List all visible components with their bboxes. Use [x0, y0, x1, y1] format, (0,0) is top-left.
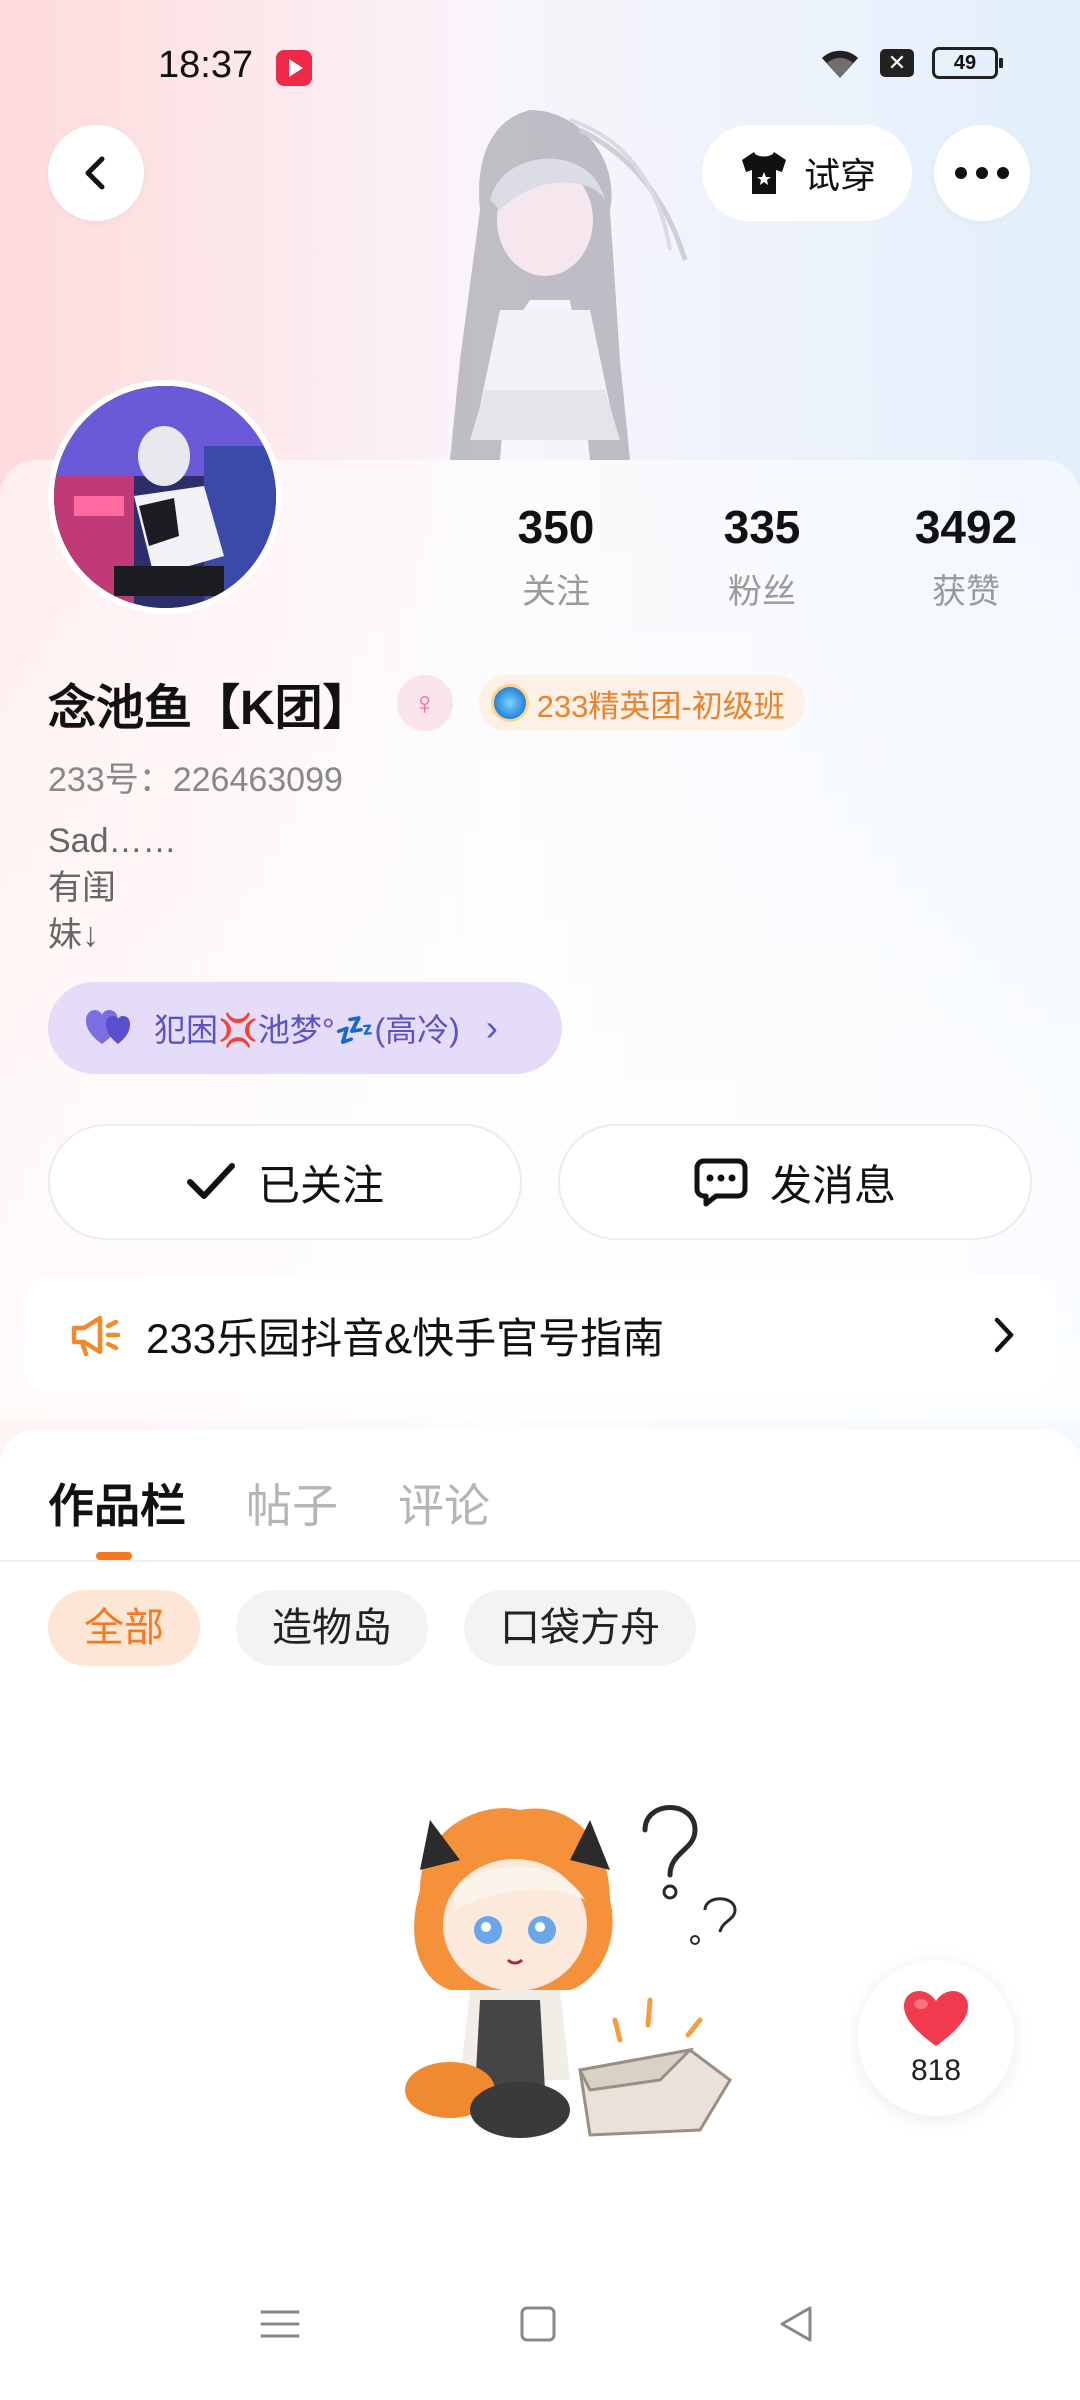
bio-line: 妹↓ — [48, 916, 99, 954]
stat-label: 关注 — [522, 573, 590, 611]
more-button[interactable] — [934, 125, 1030, 221]
like-count: 818 — [910, 2054, 962, 2087]
menu-icon[interactable] — [260, 2304, 300, 2344]
fan-group-label: 犯困💢池梦°💤(高冷) — [154, 1012, 460, 1048]
user-name: 念池鱼【K团】 — [48, 682, 371, 735]
tab-bar: 作品栏 帖子 评论 — [48, 1470, 490, 1536]
send-message-label: 发消息 — [769, 1161, 896, 1209]
filter-chips: 全部 造物岛 口袋方舟 — [48, 1590, 696, 1666]
x-box-icon: ✕ — [880, 49, 914, 77]
back-button[interactable] — [48, 125, 144, 221]
double-heart-icon — [86, 1010, 130, 1044]
send-message-button[interactable]: 发消息 — [558, 1124, 1032, 1240]
back-triangle-icon[interactable] — [776, 2304, 816, 2344]
user-id: 233号：226463099 — [48, 761, 343, 799]
divider — [0, 1560, 1080, 1562]
bio-line: Sad…… — [48, 822, 177, 860]
tshirt-icon — [741, 152, 786, 194]
megaphone-icon — [71, 1315, 121, 1357]
system-nav-bar — [0, 2260, 1080, 2400]
chevron-left-icon — [85, 156, 105, 190]
heart-icon — [904, 1991, 968, 2046]
followed-button[interactable]: 已关注 — [48, 1124, 522, 1240]
stat-label: 粉丝 — [728, 573, 796, 611]
bio-line: 有闺 — [48, 869, 116, 907]
stat-value: 3492 — [914, 501, 1018, 553]
avatar[interactable] — [48, 380, 282, 614]
filter-all[interactable]: 全部 — [48, 1590, 200, 1666]
status-time: 18:37 — [158, 44, 254, 86]
stat-value: 335 — [723, 501, 801, 553]
chevron-right-icon — [994, 1317, 1014, 1353]
video-app-icon — [276, 50, 312, 86]
rank-badge[interactable]: 233精英团-初级班 — [478, 675, 805, 731]
chat-bubble-icon — [694, 1158, 748, 1207]
home-icon[interactable] — [518, 2304, 558, 2344]
try-on-label: 试穿 — [803, 155, 876, 196]
rank-medal-icon — [490, 684, 529, 722]
like-floating-button[interactable]: 818 — [858, 1960, 1014, 2116]
empty-state-illustration — [405, 1805, 737, 2138]
stat-followers[interactable]: 335 粉丝 — [672, 500, 852, 613]
rank-badge-label: 233精英团-初级班 — [536, 688, 785, 724]
tab-works[interactable]: 作品栏 — [48, 1470, 186, 1536]
stat-value: 350 — [517, 501, 595, 553]
check-icon — [186, 1163, 235, 1199]
active-tab-indicator — [96, 1552, 132, 1560]
name-row: 念池鱼【K团】 ♀ 233精英团-初级班 — [48, 668, 805, 738]
stat-following[interactable]: 350 关注 — [466, 500, 646, 613]
gender-female-icon: ♀ — [396, 675, 453, 731]
followed-label: 已关注 — [257, 1161, 384, 1209]
stat-likes[interactable]: 3492 获赞 — [876, 500, 1056, 613]
bio: Sad…… 有闺 妹↓ — [48, 818, 177, 959]
avatar-image — [54, 386, 276, 608]
filter-pocket-ark[interactable]: 口袋方舟 — [464, 1590, 696, 1666]
try-on-button[interactable]: 试穿 — [702, 125, 912, 221]
stat-label: 获赞 — [932, 573, 1000, 611]
more-dots-icon — [955, 167, 1009, 179]
content-section: 作品栏 帖子 评论 全部 造物岛 口袋方舟 — [0, 1430, 1080, 2400]
tab-posts[interactable]: 帖子 — [246, 1470, 338, 1536]
filter-creation-island[interactable]: 造物岛 — [236, 1590, 428, 1666]
status-right-icons: ✕ 49 — [818, 46, 1003, 80]
guide-banner[interactable]: 233乐园抖音&快手官号指南 — [24, 1278, 1056, 1392]
fan-group-badge[interactable]: 犯困💢池梦°💤(高冷) › — [48, 982, 562, 1074]
chevron-right-icon: › — [485, 1007, 498, 1048]
battery-icon: 49 — [932, 47, 1003, 79]
hero-character-figure — [450, 110, 688, 460]
tab-comments[interactable]: 评论 — [398, 1470, 490, 1536]
guide-text: 233乐园抖音&快手官号指南 — [146, 1314, 665, 1362]
wifi-icon — [822, 50, 858, 78]
